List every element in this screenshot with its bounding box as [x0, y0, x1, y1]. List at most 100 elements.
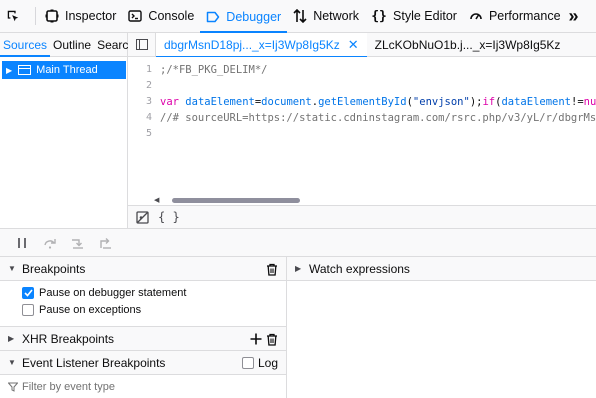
editor-tab-active[interactable]: dbgrMsnD18pj..._x=Ij3Wp8Ig5Kz ✕	[156, 32, 367, 58]
collapse-arrow-icon[interactable]: ▼	[8, 264, 22, 273]
step-in-icon	[72, 238, 83, 249]
editor-tab-label: dbgrMsnD18pj..._x=Ij3Wp8Ig5Kz	[164, 37, 340, 52]
xhr-breakpoints-title: XHR Breakpoints	[22, 331, 115, 346]
tab-debugger[interactable]: Debugger	[200, 0, 288, 33]
remove-xhr-breakpoints-button[interactable]	[266, 333, 278, 346]
filter-icon	[8, 382, 18, 392]
code-line[interactable]: //# sourceURL=https://static.cdninstagra…	[160, 110, 596, 126]
chevron-double-right-icon: »	[568, 5, 579, 26]
more-tools-button[interactable]: »	[567, 0, 585, 33]
line-number[interactable]: 3	[128, 94, 156, 110]
trash-icon	[267, 263, 277, 276]
pause-button[interactable]	[8, 232, 36, 254]
toolbar-divider	[35, 7, 36, 25]
plus-icon	[250, 333, 262, 345]
editor-footer: { }	[128, 205, 596, 228]
expand-arrow-icon[interactable]: ▶	[295, 264, 309, 273]
checkmark-icon	[23, 288, 33, 297]
code-editor[interactable]: 1 2 3 4 5 ;/*FB_PKG_DELIM*/var dataEleme…	[128, 57, 596, 205]
tab-style-editor-label: Style Editor	[393, 9, 457, 23]
tree-item-main-thread[interactable]: ▶ Main Thread	[2, 61, 126, 79]
breakpoints-title: Breakpoints	[22, 261, 86, 276]
editor-tabs: dbgrMsnD18pj..._x=Ij3Wp8Ig5Kz ✕ ZLcKObNu…	[128, 32, 596, 58]
step-over-button[interactable]	[36, 232, 64, 254]
tab-style-editor[interactable]: {} Style Editor	[365, 0, 463, 33]
event-filter-placeholder: Filter by event type	[22, 380, 115, 393]
tab-console[interactable]: Console	[122, 0, 200, 33]
editor-tab-label: ZLcKObNuO1b.j..._x=Ij3Wp8Ig5Kz	[374, 37, 561, 52]
step-in-button[interactable]	[64, 232, 92, 254]
tab-network[interactable]: Network	[287, 0, 365, 33]
step-out-button[interactable]	[92, 232, 120, 254]
debug-controls	[0, 228, 596, 257]
scroll-track[interactable]	[156, 196, 592, 203]
devtools-toolbar: Inspector Console Debugger Network {} St…	[0, 0, 596, 33]
sources-pane: Sources Outline Search ▶ Main Thread	[0, 33, 135, 228]
style-editor-icon: {}	[371, 8, 387, 24]
blackbox-button[interactable]	[128, 206, 156, 229]
watch-expressions-header[interactable]: ▶ Watch expressions	[287, 257, 596, 281]
pause-on-exceptions-label: Pause on exceptions	[39, 303, 142, 316]
breakpoint-options: Pause on debugger statement Pause on exc…	[0, 281, 286, 327]
code-token: dataElement	[185, 96, 255, 108]
watch-expressions-title: Watch expressions	[309, 261, 410, 276]
code-lines[interactable]: ;/*FB_PKG_DELIM*/var dataElement=documen…	[160, 62, 596, 142]
line-number[interactable]: 4	[128, 110, 156, 126]
code-token: getElementById	[318, 96, 407, 108]
line-number-gutter[interactable]: 1 2 3 4 5	[128, 57, 156, 205]
tab-performance[interactable]: Performance	[463, 0, 567, 33]
step-out-icon	[100, 237, 111, 249]
sidebar-toggle-icon	[135, 39, 148, 50]
xhr-breakpoints-header[interactable]: ▶ XHR Breakpoints	[0, 327, 286, 351]
editor-tab[interactable]: ZLcKObNuO1b.j..._x=Ij3Wp8Ig5Kz	[367, 33, 569, 57]
code-token: ;/*FB_PKG_DELIM*/	[160, 64, 268, 76]
step-over-icon	[44, 238, 56, 249]
toggle-sources-button[interactable]	[128, 32, 156, 57]
close-icon[interactable]: ✕	[348, 37, 359, 53]
log-option[interactable]: Log	[241, 351, 278, 375]
window-icon	[18, 65, 32, 75]
watch-expressions-pane: ▶ Watch expressions	[287, 257, 596, 398]
tab-performance-label: Performance	[488, 9, 561, 23]
inspector-icon	[45, 9, 59, 23]
tab-debugger-label: Debugger	[226, 10, 282, 24]
tab-inspector[interactable]: Inspector	[39, 0, 122, 33]
event-listener-breakpoints-header[interactable]: ▼ Event Listener Breakpoints Log	[0, 351, 286, 375]
breakpoints-header[interactable]: ▼ Breakpoints	[0, 257, 286, 281]
line-number[interactable]: 1	[128, 62, 156, 78]
add-xhr-breakpoint-button[interactable]	[250, 333, 262, 345]
pause-on-exceptions-checkbox[interactable]	[22, 303, 34, 316]
console-icon	[128, 9, 143, 23]
blackbox-icon	[135, 210, 149, 224]
event-filter-field[interactable]: Filter by event type	[0, 375, 286, 398]
tab-sources[interactable]: Sources	[0, 33, 51, 57]
remove-breakpoints-button[interactable]	[266, 257, 278, 281]
tab-inspector-label: Inspector	[65, 9, 117, 23]
pause-on-debugger-checkbox[interactable]	[22, 286, 34, 299]
main-thread-label: Main Thread	[36, 64, 98, 76]
expand-arrow-icon[interactable]: ▶	[6, 66, 12, 75]
collapse-arrow-icon[interactable]: ▼	[8, 358, 22, 367]
code-line[interactable]: ;/*FB_PKG_DELIM*/	[160, 62, 596, 78]
pause-on-exceptions-option[interactable]: Pause on exceptions	[0, 301, 286, 318]
trash-icon	[267, 333, 277, 346]
log-checkbox[interactable]	[241, 357, 254, 369]
editor-horizontal-scrollbar[interactable]: ◀	[128, 194, 596, 205]
code-token: !=	[571, 96, 584, 108]
expand-arrow-icon[interactable]: ▶	[8, 334, 22, 343]
pick-element-button[interactable]	[0, 0, 32, 33]
code-token: var	[160, 96, 186, 108]
pause-on-debugger-option[interactable]: Pause on debugger statement	[0, 284, 286, 301]
line-number[interactable]: 5	[128, 126, 156, 142]
code-line[interactable]	[160, 78, 596, 94]
line-number[interactable]: 2	[128, 78, 156, 94]
code-line[interactable]: var dataElement=document.getElementById(…	[160, 94, 596, 110]
scroll-thumb[interactable]	[172, 198, 300, 203]
pick-element-icon	[6, 9, 20, 23]
pause-on-debugger-label: Pause on debugger statement	[39, 286, 187, 299]
xhr-actions	[250, 327, 278, 351]
tab-outline[interactable]: Outline	[50, 33, 94, 57]
code-line[interactable]	[160, 126, 596, 142]
code-token: dataElement	[501, 96, 572, 108]
pretty-print-button[interactable]: { }	[158, 210, 180, 224]
